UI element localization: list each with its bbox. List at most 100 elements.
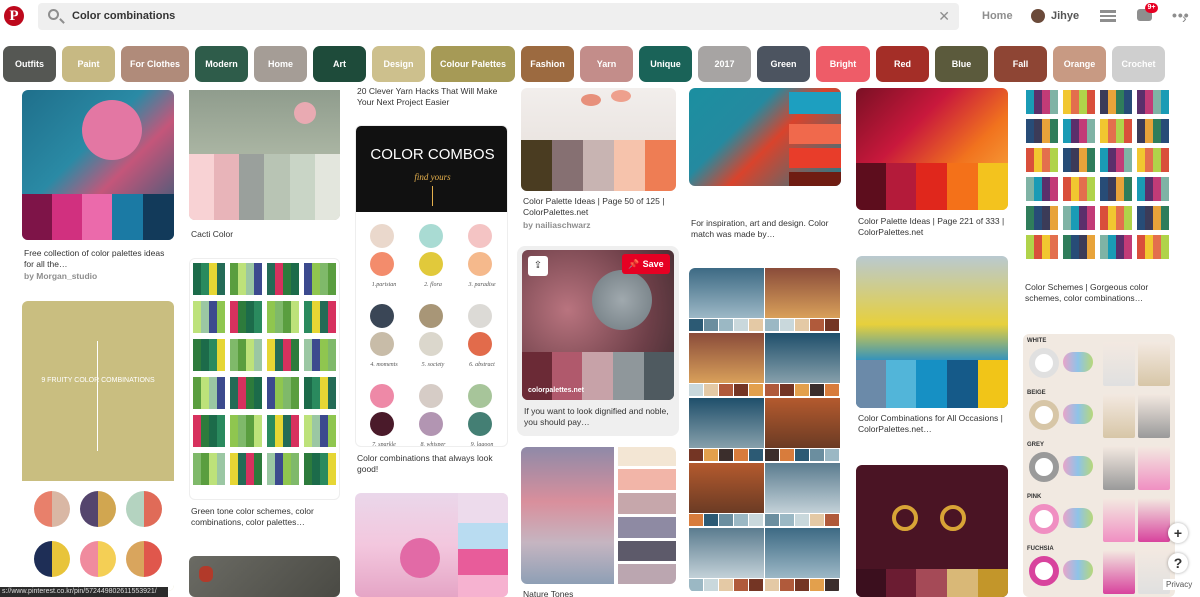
pin-image[interactable] <box>521 88 676 191</box>
pin-card[interactable] <box>689 268 841 592</box>
chip-fashion[interactable]: Fashion <box>521 46 574 82</box>
outfit-row-label: PINK <box>1027 494 1042 500</box>
pin-card[interactable]: Color Palette Ideas | Page 50 of 125 | C… <box>521 88 676 234</box>
swatch <box>1116 90 1124 114</box>
swatch <box>1108 119 1116 143</box>
chip-fall[interactable]: Fall <box>994 46 1047 82</box>
privacy-link[interactable]: Privacy <box>1163 579 1196 590</box>
swatch <box>254 263 262 295</box>
chip-red[interactable]: Red <box>876 46 929 82</box>
pin-image[interactable] <box>856 465 1008 597</box>
pin-author[interactable]: by nailiaschwarz <box>523 220 591 230</box>
swatch <box>209 377 217 409</box>
chip-art[interactable]: Art <box>313 46 366 82</box>
pin-image[interactable]: WHITE BEIGE GREY PINK FUCHSIA <box>1023 334 1175 597</box>
swatch <box>291 415 299 447</box>
chevron-right-icon[interactable]: › <box>1182 10 1187 26</box>
swatch <box>734 514 748 526</box>
swatch <box>825 319 839 331</box>
swatch <box>304 377 312 409</box>
search-input[interactable]: Color combinations ✕ <box>38 3 959 30</box>
chip-bright[interactable]: Bright <box>816 46 870 82</box>
pin-card[interactable]: Nature Tones <box>521 447 676 597</box>
swatch <box>689 384 703 396</box>
combo-label: 4. moments <box>370 362 398 368</box>
chip-orange[interactable]: Orange <box>1053 46 1106 82</box>
home-link[interactable]: Home <box>982 10 1013 22</box>
pin-image[interactable] <box>189 258 340 500</box>
pin-card[interactable]: Color Schemes | Gorgeous color schemes, … <box>1023 88 1175 318</box>
swatch <box>275 453 283 485</box>
swatch <box>780 579 794 591</box>
pin-image[interactable] <box>856 88 1008 210</box>
swatch-circle <box>419 224 443 248</box>
share-icon[interactable]: ⇪ <box>528 256 548 276</box>
pin-card[interactable] <box>189 556 340 597</box>
swatch <box>1087 235 1095 259</box>
pin-card[interactable]: Color Palette Ideas | Page 221 of 333 | … <box>856 88 1008 240</box>
chip-colour-palettes[interactable]: Colour Palettes <box>431 46 515 82</box>
swatch <box>1137 90 1145 114</box>
chip-2017[interactable]: 2017 <box>698 46 751 82</box>
swatch <box>1071 177 1079 201</box>
swatch <box>1161 148 1169 172</box>
pin-heading: 9 FRUITY COLOR COMBINATIONS <box>41 377 155 384</box>
pin-image[interactable] <box>689 88 841 186</box>
chip-home[interactable]: Home <box>254 46 307 82</box>
swatch <box>201 415 209 447</box>
profile-link[interactable]: Jihye <box>1051 10 1079 22</box>
pin-image[interactable] <box>22 90 174 240</box>
pin-image[interactable] <box>521 447 676 584</box>
chip-design[interactable]: Design <box>372 46 425 82</box>
swatch <box>291 301 299 333</box>
save-button[interactable]: 📌 Save <box>622 254 670 274</box>
chip-yarn[interactable]: Yarn <box>580 46 633 82</box>
pin-image[interactable] <box>355 493 508 597</box>
pin-image[interactable] <box>1023 88 1175 268</box>
pin-card[interactable]: Green tone color schemes, color combinat… <box>189 258 340 540</box>
chip-unique[interactable]: Unique <box>639 46 692 82</box>
pin-card[interactable]: WHITE BEIGE GREY PINK FUCHSIA <box>1023 334 1175 597</box>
pin-card[interactable]: colorpalettes.net ⇪ 📌 Save If you want to… <box>517 246 679 436</box>
swatch <box>254 377 262 409</box>
swatch <box>825 514 839 526</box>
pin-card[interactable]: Free collection of color palettes ideas … <box>22 90 174 285</box>
chip-modern[interactable]: Modern <box>195 46 248 82</box>
pin-card[interactable]: Cacti Color <box>189 90 340 242</box>
color-ring <box>1029 348 1059 378</box>
pin-image[interactable] <box>189 556 340 597</box>
more-icon[interactable]: ••• <box>1172 7 1190 23</box>
add-button[interactable]: + <box>1168 523 1188 543</box>
pin-card[interactable] <box>355 493 508 597</box>
chip-paint[interactable]: Paint <box>62 46 115 82</box>
pin-card[interactable]: For inspiration, art and design. Color m… <box>689 88 841 248</box>
swatch <box>209 453 217 485</box>
pin-card[interactable]: Color Combinations for All Occasions | C… <box>856 256 1008 452</box>
menu-icon[interactable] <box>1100 10 1116 22</box>
swatch <box>254 301 262 333</box>
chip-crochet[interactable]: Crochet <box>1112 46 1165 82</box>
pin-image[interactable] <box>856 256 1008 408</box>
pin-card[interactable]: 20 Clever Yarn Hacks That Will Make Your… <box>355 86 508 108</box>
pin-card[interactable]: COLOR COMBOS find yours 1.parisian 2. flo… <box>355 125 508 475</box>
pinterest-logo-icon[interactable]: P <box>4 6 24 26</box>
pin-author[interactable]: by Morgan_studio <box>24 271 97 281</box>
pin-image[interactable]: COLOR COMBOS find yours 1.parisian 2. flo… <box>355 125 508 447</box>
swatch <box>193 263 201 295</box>
clear-search-icon[interactable]: ✕ <box>938 8 950 25</box>
chip-blue[interactable]: Blue <box>935 46 988 82</box>
chip-for-clothes[interactable]: For Clothes <box>121 46 189 82</box>
swatch <box>1042 177 1050 201</box>
pin-card[interactable] <box>856 465 1008 597</box>
pin-image[interactable]: 9 FRUITY COLOR COMBINATIONS <box>22 301 174 591</box>
chip-outfits[interactable]: Outfits <box>3 46 56 82</box>
avatar[interactable] <box>1031 9 1045 23</box>
help-button[interactable]: ? <box>1168 553 1188 573</box>
pin-image[interactable] <box>689 268 841 592</box>
pin-image[interactable] <box>189 90 340 220</box>
pin-card[interactable]: 9 FRUITY COLOR COMBINATIONS <box>22 301 174 591</box>
swatch <box>689 514 703 526</box>
chip-green[interactable]: Green <box>757 46 810 82</box>
swatch <box>1079 148 1087 172</box>
color-ring <box>1029 556 1059 586</box>
